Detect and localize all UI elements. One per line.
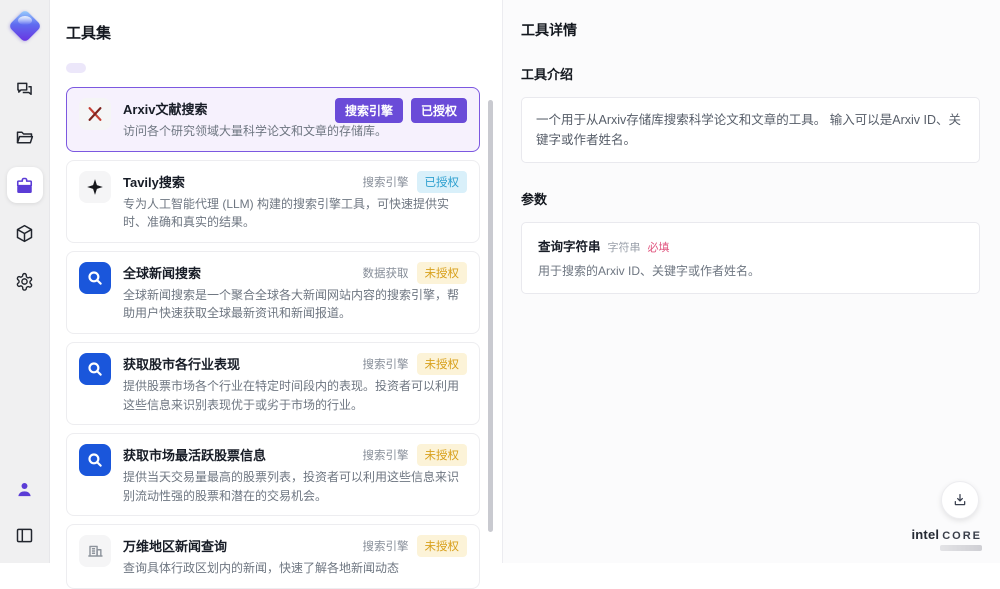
app-window: 工具集 Arxiv文献搜索 访问各个研究领域大量科学论文和文章的存储库。 搜索引… (0, 0, 1000, 589)
category-tab[interactable] (130, 63, 138, 73)
core-wordmark: core (942, 530, 982, 542)
tool-card[interactable]: 万维地区新闻查询 查询具体行政区划内的新闻，快速了解各地新闻动态 搜索引擎 未授… (66, 524, 480, 589)
category-badge: 搜索引擎 (334, 98, 403, 123)
tool-description: 专为人工智能代理 (LLM) 构建的搜索引擎工具，可快速提供实时、准确和真实的结… (123, 196, 450, 230)
toolset-panel: 工具集 Arxiv文献搜索 访问各个研究领域大量科学论文和文章的存储库。 搜索引… (50, 0, 502, 589)
tool-intro-text: 一个用于从Arxiv存储库搜索科学论文和文章的工具。 输入可以是Arxiv ID… (521, 97, 980, 163)
tool-description: 访问各个研究领域大量科学论文和文章的存储库。 (123, 124, 388, 138)
chat-icon[interactable] (7, 71, 43, 107)
intel-sub-badge (940, 545, 982, 551)
arxiv-icon (79, 98, 111, 130)
gear-icon[interactable] (7, 263, 43, 299)
cube-icon[interactable] (7, 215, 43, 251)
tool-description: 提供当天交易量最高的股票列表，投资者可以利用这些信息来识别流动性强的股票和潜在的… (123, 470, 460, 503)
page-title: 工具集 (66, 25, 112, 42)
search-blue-icon (79, 352, 111, 385)
intel-wordmark: intel (911, 527, 940, 542)
sidebar-bottom (7, 471, 43, 553)
intel-core-logo: intel core (911, 527, 982, 551)
sidebar-nav (6, 71, 43, 299)
parameter-item: 查询字符串 字符串 必填 用于搜索的Arxiv ID、关键字或作者姓名。 (538, 236, 963, 280)
sidebar (0, 0, 50, 563)
list-scrollbar[interactable] (488, 100, 493, 532)
tool-card[interactable]: 获取市场最活跃股票信息 提供当天交易量最高的股票列表，投资者可以利用这些信息来识… (66, 433, 480, 517)
auth-status-badge: 已授权 (416, 170, 467, 193)
parameter-type: 字符串 (607, 242, 641, 254)
tool-description: 全球新闻搜索是一个聚合全球各大新闻网站内容的搜索引擎，帮助用户快速获取全球最新资… (123, 287, 460, 321)
app-logo-icon[interactable] (7, 9, 42, 43)
folder-icon[interactable] (7, 119, 43, 155)
auth-status-badge: 未授权 (416, 444, 467, 467)
params-heading: 参数 (521, 192, 548, 207)
search-blue-icon (79, 444, 111, 477)
category-tab[interactable] (66, 63, 86, 73)
auth-status-badge: 未授权 (416, 261, 467, 284)
parameter-description: 用于搜索的Arxiv ID、关键字或作者姓名。 (538, 264, 761, 278)
tool-card[interactable]: Arxiv文献搜索 访问各个研究领域大量科学论文和文章的存储库。 搜索引擎 已授… (66, 87, 480, 152)
tool-description: 提供股票市场各个行业在特定时间段内的表现。投资者可以利用这些信息来识别表现优于或… (123, 378, 460, 412)
tavily-icon (79, 170, 111, 203)
tool-details-panel: 工具详情 工具介绍 一个用于从Arxiv存储库搜索科学论文和文章的工具。 输入可… (503, 0, 1000, 563)
category-badge: 搜索引擎 (362, 541, 409, 554)
category-badge: 搜索引擎 (362, 358, 409, 371)
user-icon[interactable] (7, 471, 43, 507)
tool-description: 查询具体行政区划内的新闻，快速了解各地新闻动态 (123, 561, 400, 576)
category-tabs (66, 63, 480, 73)
auth-status-badge: 未授权 (416, 352, 467, 375)
search-blue-icon (79, 261, 111, 294)
detail-title: 工具详情 (521, 22, 577, 38)
tool-list: Arxiv文献搜索 访问各个研究领域大量科学论文和文章的存储库。 搜索引擎 已授… (66, 87, 480, 589)
category-badge: 搜索引擎 (362, 176, 409, 189)
intro-heading: 工具介绍 (521, 67, 574, 82)
tool-card[interactable]: Tavily搜索 专为人工智能代理 (LLM) 构建的搜索引擎工具，可快速提供实… (66, 159, 480, 243)
tool-card[interactable]: 获取股市各行业表现 提供股票市场各个行业在特定时间段内的表现。投资者可以利用这些… (66, 341, 480, 426)
required-badge: 必填 (647, 242, 670, 254)
briefcase-icon[interactable] (6, 167, 43, 203)
category-tab[interactable] (156, 63, 164, 73)
parameters-box: 查询字符串 字符串 必填 用于搜索的Arxiv ID、关键字或作者姓名。 (521, 222, 980, 294)
layout-panel-icon[interactable] (7, 517, 43, 553)
category-badge: 搜索引擎 (362, 450, 409, 463)
category-badge: 数据获取 (362, 267, 409, 280)
category-tab[interactable] (104, 63, 112, 73)
auth-status-badge: 未授权 (416, 535, 467, 558)
auth-status-badge: 已授权 (410, 98, 467, 123)
parameter-name: 查询字符串 (538, 240, 601, 254)
download-button[interactable] (941, 481, 979, 519)
tool-card[interactable]: 全球新闻搜索 全球新闻搜索是一个聚合全球各大新闻网站内容的搜索引擎，帮助用户快速… (66, 250, 480, 334)
